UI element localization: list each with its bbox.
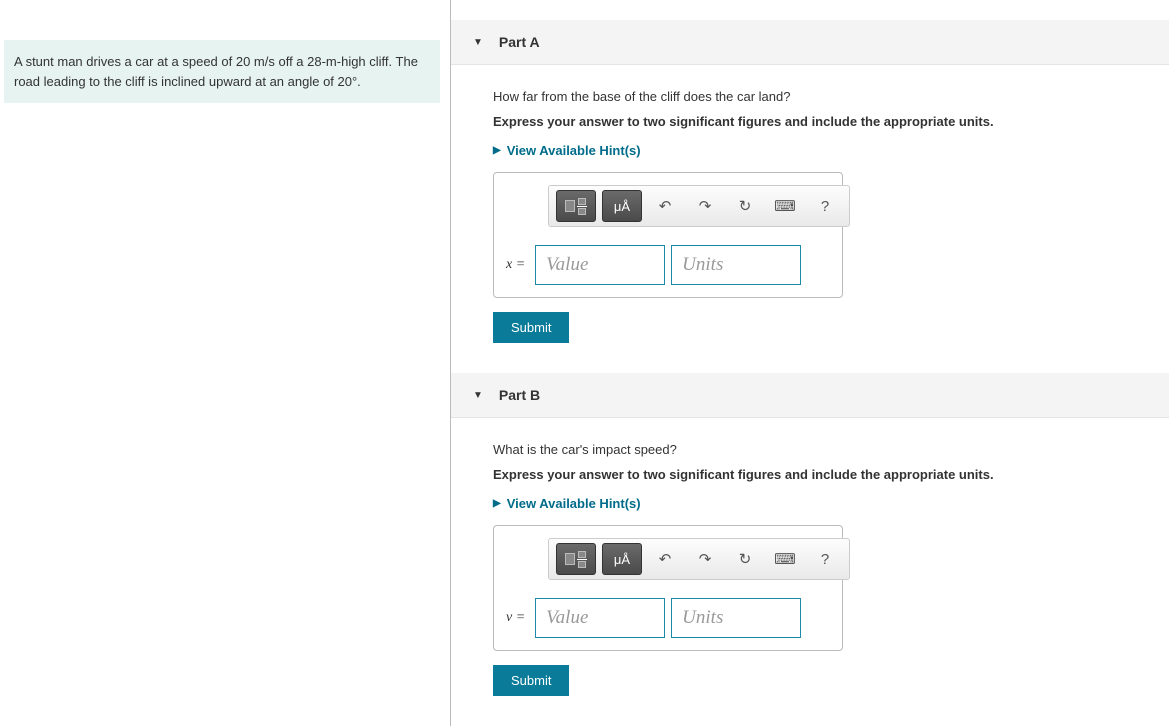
fraction-num-box — [578, 551, 586, 558]
equation-toolbar: μÅ ↶ ↷ ↻ ⌨ ? — [548, 538, 850, 580]
part-b: ▼ Part B What is the car's impact speed?… — [451, 373, 1169, 696]
part-a-answer-area: μÅ ↶ ↷ ↻ ⌨ ? x = — [493, 172, 843, 298]
fraction-den-box — [578, 208, 586, 215]
part-a-question: How far from the base of the cliff does … — [493, 89, 1147, 104]
part-b-submit-button[interactable]: Submit — [493, 665, 569, 696]
help-icon[interactable]: ? — [808, 191, 842, 221]
reset-icon[interactable]: ↻ — [728, 544, 762, 574]
part-b-variable-label: v = — [506, 610, 525, 626]
problem-statement: A stunt man drives a car at a speed of 2… — [4, 40, 440, 103]
fraction-num-box — [578, 198, 586, 205]
caret-down-icon: ▼ — [473, 37, 483, 48]
fraction-line — [577, 206, 587, 207]
part-b-value-input[interactable] — [535, 598, 665, 638]
fraction-den-box — [578, 561, 586, 568]
undo-icon[interactable]: ↶ — [648, 191, 682, 221]
part-a-variable-label: x = — [506, 257, 525, 273]
part-a-value-input[interactable] — [535, 245, 665, 285]
equation-toolbar: μÅ ↶ ↷ ↻ ⌨ ? — [548, 185, 850, 227]
fraction-template-button[interactable] — [556, 190, 596, 222]
part-a-title: Part A — [499, 34, 540, 50]
triangle-right-icon: ▶ — [493, 145, 501, 156]
part-b-header[interactable]: ▼ Part B — [451, 373, 1169, 418]
part-b-title: Part B — [499, 387, 540, 403]
part-a-header[interactable]: ▼ Part A — [451, 20, 1169, 65]
fraction-whole-box — [565, 553, 575, 565]
part-a-units-input[interactable] — [671, 245, 801, 285]
hints-label: View Available Hint(s) — [507, 496, 641, 511]
redo-icon[interactable]: ↷ — [688, 191, 722, 221]
units-menu-button[interactable]: μÅ — [602, 543, 642, 575]
part-a: ▼ Part A How far from the base of the cl… — [451, 20, 1169, 343]
hints-label: View Available Hint(s) — [507, 143, 641, 158]
reset-icon[interactable]: ↻ — [728, 191, 762, 221]
fraction-whole-box — [565, 200, 575, 212]
help-icon[interactable]: ? — [808, 544, 842, 574]
fraction-line — [577, 559, 587, 560]
redo-icon[interactable]: ↷ — [688, 544, 722, 574]
part-b-units-input[interactable] — [671, 598, 801, 638]
triangle-right-icon: ▶ — [493, 498, 501, 509]
part-b-hints-toggle[interactable]: ▶ View Available Hint(s) — [493, 496, 1147, 511]
part-b-instruction: Express your answer to two significant f… — [493, 467, 1147, 482]
part-a-instruction: Express your answer to two significant f… — [493, 114, 1147, 129]
undo-icon[interactable]: ↶ — [648, 544, 682, 574]
part-b-answer-area: μÅ ↶ ↷ ↻ ⌨ ? v = — [493, 525, 843, 651]
keyboard-icon[interactable]: ⌨ — [768, 544, 802, 574]
keyboard-icon[interactable]: ⌨ — [768, 191, 802, 221]
part-a-submit-button[interactable]: Submit — [493, 312, 569, 343]
part-a-hints-toggle[interactable]: ▶ View Available Hint(s) — [493, 143, 1147, 158]
fraction-template-button[interactable] — [556, 543, 596, 575]
part-b-question: What is the car's impact speed? — [493, 442, 1147, 457]
caret-down-icon: ▼ — [473, 390, 483, 401]
units-menu-button[interactable]: μÅ — [602, 190, 642, 222]
